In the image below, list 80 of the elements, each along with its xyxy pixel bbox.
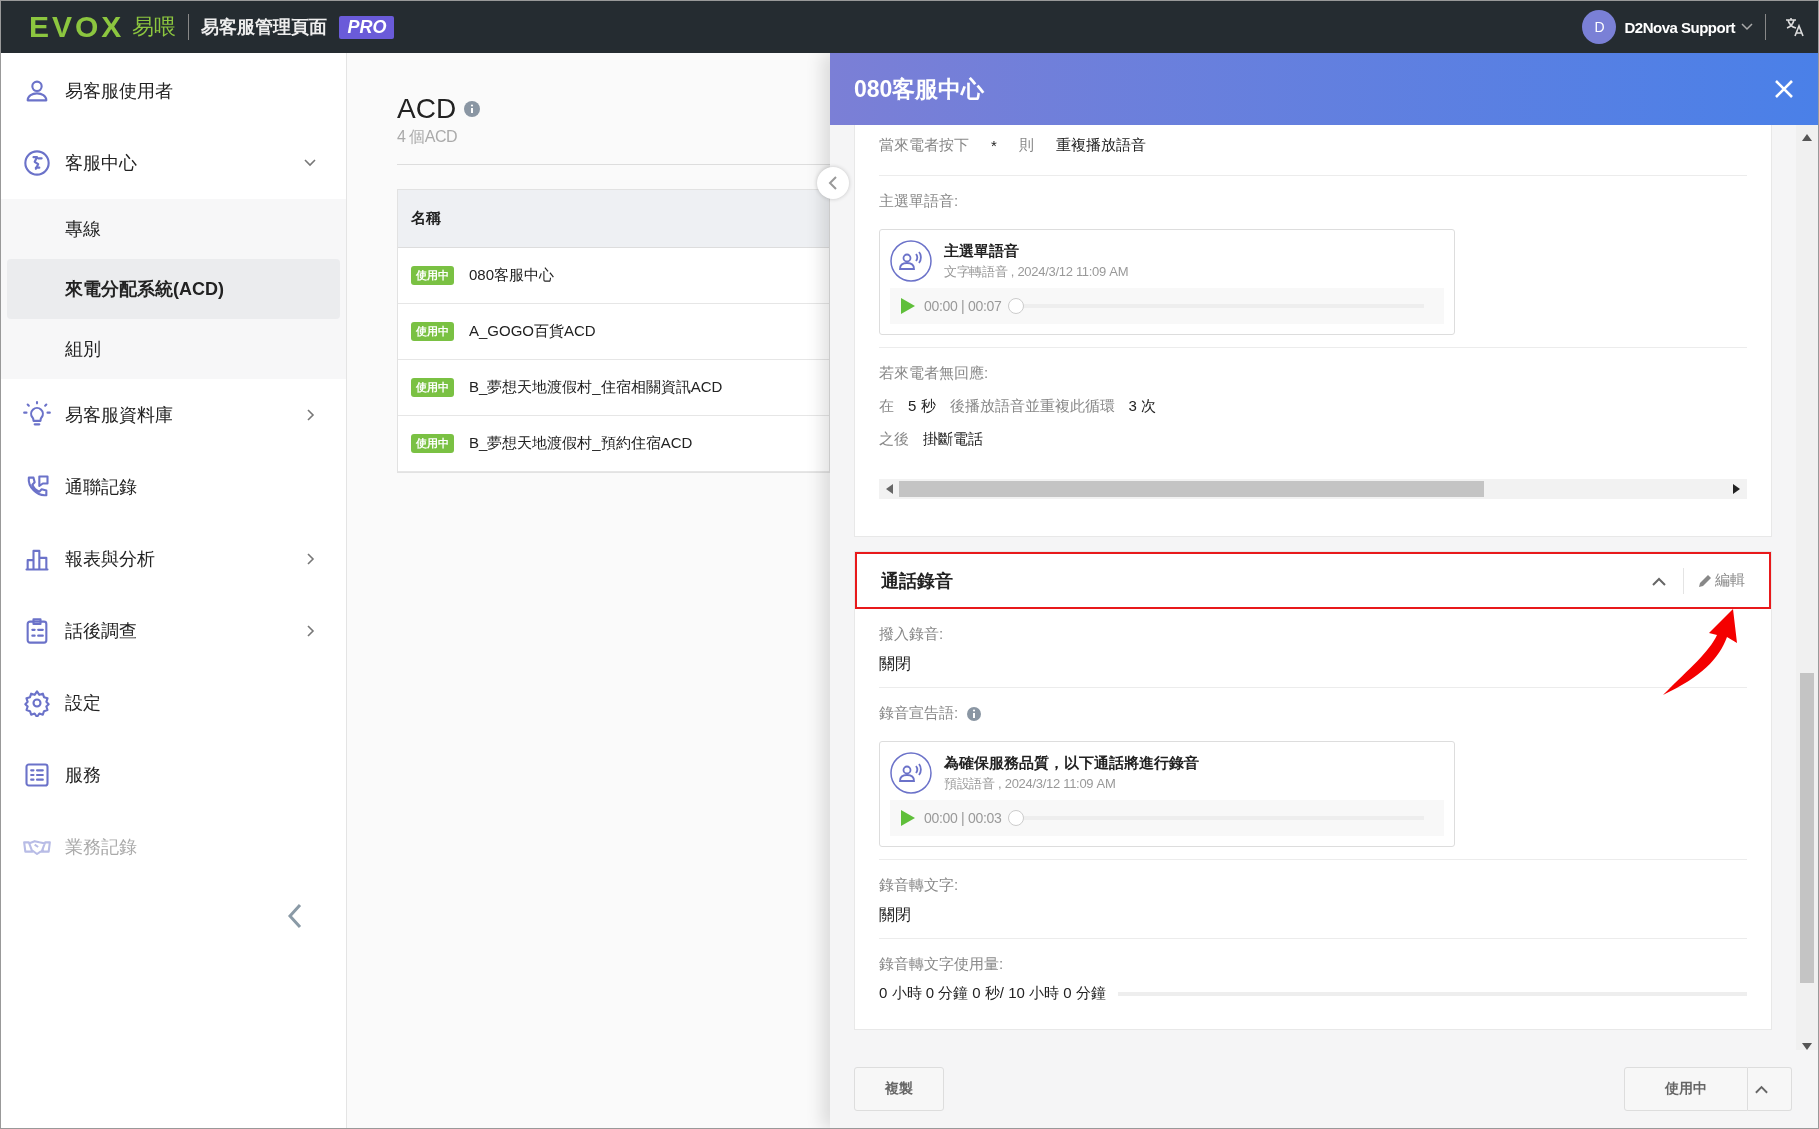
status-tag: 使用中 — [411, 322, 454, 341]
field-label: 主選單語音: — [879, 192, 959, 211]
field-value: 重複播放語音 — [1055, 135, 1146, 155]
column-header: 名稱 — [398, 190, 829, 248]
translate-icon[interactable] — [1784, 16, 1806, 38]
acd-name[interactable]: B_夢想天地渡假村_住宿相關資訊ACD — [469, 378, 723, 397]
sidebar-item[interactable]: 客服中心 — [1, 127, 346, 199]
play-icon[interactable] — [900, 809, 916, 827]
speaker-person-icon — [890, 240, 932, 282]
logo: EVOX — [29, 10, 125, 44]
acd-name[interactable]: B_夢想天地渡假村_預約住宿ACD — [469, 434, 693, 453]
scroll-up-icon[interactable] — [1802, 133, 1812, 141]
field-label: 當來電者按下 — [879, 135, 969, 155]
panel-title: 080客服中心 — [854, 74, 986, 104]
sidebar-subitem[interactable]: 來電分配系統(ACD) — [7, 259, 340, 319]
logo-text: 易喂 — [132, 13, 177, 41]
field-label: 後播放語音並重複此循環 — [949, 397, 1115, 416]
field-value: 關閉 — [879, 905, 912, 925]
field-label: 在 — [879, 397, 894, 416]
play-icon[interactable] — [900, 297, 916, 315]
status-tag: 使用中 — [411, 434, 454, 453]
scrollbar-thumb[interactable] — [1800, 673, 1814, 983]
scroll-down-icon[interactable] — [1802, 1043, 1812, 1050]
phone-circle-icon — [23, 149, 51, 177]
status-button[interactable]: 使用中 — [1624, 1067, 1748, 1111]
settings-icon — [23, 689, 51, 717]
copy-button[interactable]: 複製 — [854, 1067, 944, 1111]
acd-name[interactable]: A_GOGO百貨ACD — [469, 322, 596, 341]
sidebar-subitem[interactable]: 組別 — [7, 319, 340, 379]
item-count: 4 個ACD — [397, 127, 459, 147]
sidebar-item[interactable]: 易客服資料庫 — [1, 379, 346, 451]
close-icon[interactable] — [1774, 79, 1794, 99]
seek-thumb[interactable] — [1007, 810, 1024, 826]
field-value: 5 秒 — [908, 397, 936, 416]
audio-time: 00:00 | 00:07 — [924, 298, 1002, 314]
list-document-icon — [23, 761, 51, 789]
scroll-left-icon[interactable] — [885, 484, 893, 494]
field-label: 若來電者無回應: — [879, 364, 989, 383]
edit-button[interactable]: 編輯 — [1698, 571, 1745, 590]
user-avatar[interactable]: D — [1582, 10, 1617, 44]
app-title: 易客服管理頁面 — [201, 16, 328, 39]
key-value: * — [991, 136, 997, 154]
field-label: 撥入錄音: — [879, 625, 944, 644]
field-label: 錄音轉文字: — [879, 876, 959, 895]
page-title: ACD — [397, 93, 457, 125]
sidebar-item[interactable]: 服務 — [1, 739, 346, 811]
chevron-icon — [1754, 1083, 1769, 1095]
caret-icon[interactable] — [1741, 23, 1753, 31]
status-tag: 使用中 — [411, 266, 454, 285]
audio-meta: 文字轉語音 , 2024/3/12 11:09 AM — [944, 262, 1129, 281]
sidebar-item[interactable]: 設定 — [1, 667, 346, 739]
acd-name[interactable]: 080客服中心 — [469, 266, 555, 285]
field-label: 錄音宣告語: — [879, 704, 959, 723]
seek-thumb[interactable] — [1007, 298, 1024, 314]
user-name[interactable]: D2Nova Support — [1624, 18, 1735, 36]
sidebar-item[interactable]: 話後調查 — [1, 595, 346, 667]
field-value: 3 次 — [1128, 397, 1157, 416]
speaker-person-icon — [890, 752, 932, 794]
audio-title: 為確保服務品質，以下通話將進行錄音 — [944, 753, 1199, 773]
sidebar-item[interactable]: 通聯記錄 — [1, 451, 346, 523]
plan-badge: PRO — [339, 15, 395, 39]
field-value: 掛斷電話 — [923, 430, 983, 449]
audio-time: 00:00 | 00:03 — [924, 810, 1002, 826]
field-label: 之後 — [879, 430, 909, 449]
field-value: 關閉 — [879, 654, 912, 674]
audio-title: 主選單語音 — [944, 241, 1020, 261]
scrollbar[interactable] — [1796, 125, 1818, 1050]
audio-meta: 預設語音 , 2024/3/12 11:09 AM — [944, 774, 1117, 793]
pencil-icon — [1698, 573, 1712, 588]
status-tag: 使用中 — [411, 378, 454, 397]
info-icon — [464, 101, 481, 117]
field-value: 0 小時 0 分鐘 0 秒/ 10 小時 0 分鐘 — [879, 984, 1106, 1003]
section-title: 通話錄音 — [881, 569, 954, 593]
sidebar-item[interactable]: 報表與分析 — [1, 523, 346, 595]
horizontal-scrollbar[interactable] — [879, 479, 1747, 499]
scroll-right-icon[interactable] — [1733, 484, 1741, 494]
field-label: 則 — [1018, 135, 1034, 155]
sidebar-item[interactable]: 易客服使用者 — [1, 55, 346, 127]
sidebar-subitem[interactable]: 專線 — [7, 199, 340, 259]
field-label: 錄音轉文字使用量: — [879, 955, 1004, 974]
